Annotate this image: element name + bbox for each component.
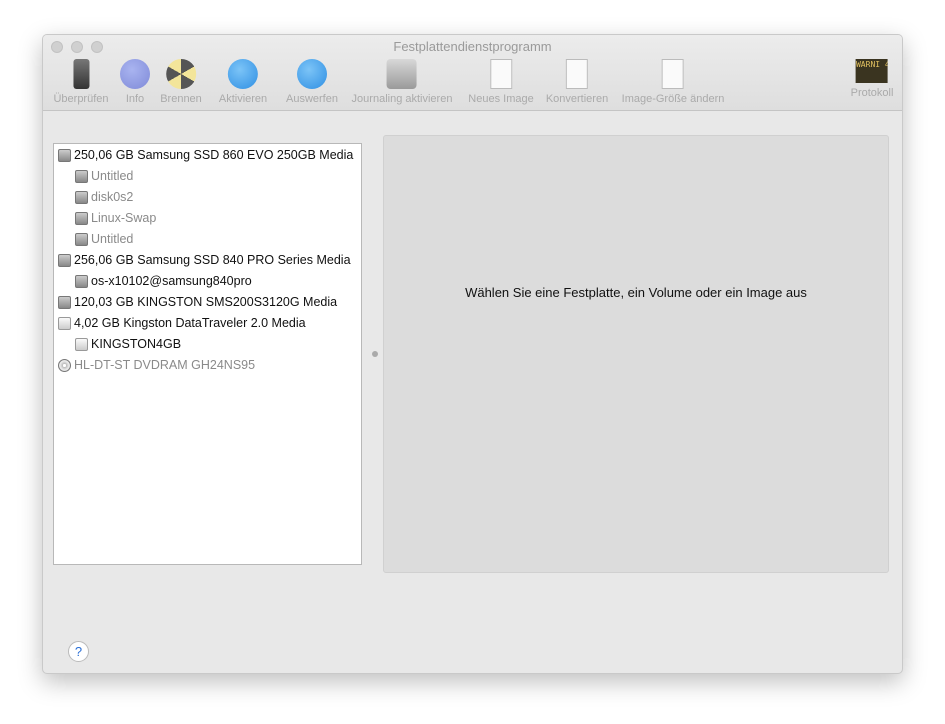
toolbar-label: Neues Image [468, 93, 534, 105]
disk-label: Linux-Swap [91, 211, 157, 225]
hard-drive-icon [75, 275, 88, 288]
resize-image-icon [662, 59, 684, 89]
disk-label: 4,02 GB Kingston DataTraveler 2.0 Media [74, 316, 306, 330]
disk-item[interactable]: 256,06 GB Samsung SSD 840 PRO Series Med… [54, 250, 361, 271]
detail-panel: Wählen Sie eine Festplatte, ein Volume o… [383, 135, 889, 573]
disk-label: 120,03 GB KINGSTON SMS200S3120G Media [74, 295, 338, 309]
volume-item[interactable]: os-x10102@samsung840pro [54, 271, 361, 292]
mount-icon [227, 59, 258, 89]
toolbar-log-button[interactable]: WARNI 4Y7:36 Protokoll [850, 57, 894, 99]
hard-drive-icon [75, 170, 88, 183]
journaling-icon [386, 59, 417, 89]
toolbar-journaling-button[interactable]: Journaling aktivieren [351, 57, 453, 105]
disk-item[interactable]: 120,03 GB KINGSTON SMS200S3120G Media [54, 292, 361, 313]
disk-label: 250,06 GB Samsung SSD 860 EVO 250GB Medi… [74, 148, 354, 162]
info-icon [120, 59, 150, 89]
disk-label: 256,06 GB Samsung SSD 840 PRO Series Med… [74, 253, 351, 267]
volume-item[interactable]: Untitled [54, 166, 361, 187]
hard-drive-icon [75, 212, 88, 225]
split-handle[interactable] [372, 351, 378, 357]
toolbar-eject-button[interactable]: Auswerfen [286, 57, 338, 105]
volume-item[interactable]: Linux-Swap [54, 208, 361, 229]
toolbar-label: Image-Größe ändern [621, 93, 725, 105]
help-button[interactable]: ? [68, 641, 89, 662]
external-drive-icon [75, 338, 88, 351]
toolbar-label: Journaling aktivieren [351, 93, 453, 105]
eject-icon [296, 59, 327, 89]
log-icon: WARNI 4Y7:36 [855, 59, 888, 83]
disk-label: os-x10102@samsung840pro [91, 274, 252, 288]
disk-item[interactable]: HL-DT-ST DVDRAM GH24NS95 [54, 355, 361, 376]
disk-label: Untitled [91, 232, 134, 246]
disk-list[interactable]: 250,06 GB Samsung SSD 860 EVO 250GB Medi… [53, 143, 362, 565]
toolbar-new-image-button[interactable]: Neues Image [468, 57, 534, 105]
toolbar-label: Überprüfen [53, 93, 109, 105]
disk-utility-window: Festplattendienstprogramm Überprüfen Info… [42, 34, 903, 674]
burn-icon [166, 59, 196, 89]
disk-label: disk0s2 [91, 190, 134, 204]
volume-item[interactable]: Untitled [54, 229, 361, 250]
empty-selection-message: Wählen Sie eine Festplatte, ein Volume o… [465, 285, 807, 300]
toolbar-mount-button[interactable]: Aktivieren [219, 57, 267, 105]
optical-drive-icon [58, 359, 71, 372]
microscope-icon [72, 59, 89, 89]
toolbar-label: Auswerfen [286, 93, 338, 105]
toolbar-label: Info [125, 93, 145, 105]
volume-item[interactable]: KINGSTON4GB [54, 334, 361, 355]
toolbar: Festplattendienstprogramm Überprüfen Info… [43, 35, 902, 111]
hard-drive-icon [58, 296, 71, 309]
hard-drive-icon [75, 233, 88, 246]
toolbar-burn-button[interactable]: Brennen [160, 57, 202, 105]
volume-item[interactable]: disk0s2 [54, 187, 361, 208]
toolbar-label: Konvertieren [545, 93, 609, 105]
disk-item[interactable]: 4,02 GB Kingston DataTraveler 2.0 Media [54, 313, 361, 334]
toolbar-label: Aktivieren [218, 93, 268, 105]
disk-label: Untitled [91, 169, 134, 183]
toolbar-microscope-button[interactable]: Überprüfen [53, 57, 109, 105]
convert-icon [566, 59, 588, 89]
hard-drive-icon [58, 149, 71, 162]
window-title: Festplattendienstprogramm [393, 39, 552, 54]
toolbar-convert-button[interactable]: Konvertieren [546, 57, 608, 105]
toolbar-info-button[interactable]: Info [120, 57, 150, 105]
disk-label: KINGSTON4GB [91, 337, 182, 351]
hard-drive-icon [58, 254, 71, 267]
toolbar-label: Protokoll [850, 87, 894, 99]
new-image-icon [490, 59, 512, 89]
disk-item[interactable]: 250,06 GB Samsung SSD 860 EVO 250GB Medi… [54, 145, 361, 166]
toolbar-label: Brennen [160, 93, 202, 105]
external-drive-icon [58, 317, 71, 330]
hard-drive-icon [75, 191, 88, 204]
toolbar-resize-image-button[interactable]: Image-Größe ändern [621, 57, 725, 105]
disk-label: HL-DT-ST DVDRAM GH24NS95 [74, 358, 256, 372]
